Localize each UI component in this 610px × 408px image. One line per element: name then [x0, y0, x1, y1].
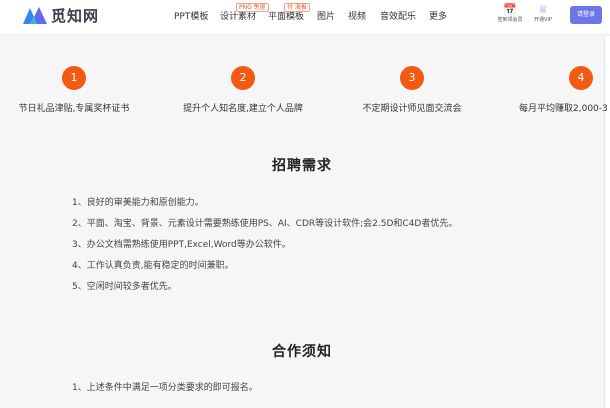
benefit-number-badge: 1: [62, 66, 86, 90]
nav-item-ppt[interactable]: PPT模板: [174, 9, 208, 22]
benefit-text: 每月平均赚取2,000-3: [519, 104, 608, 114]
benefit-item: 2 提升个人知名度,建立个人品牌: [178, 66, 308, 114]
nav-item-label: 平面模板: [268, 12, 305, 22]
list-item: 4、工作认真负责,能有稳定的时间兼职。: [72, 261, 234, 271]
list-item: 5、空闲时间较多者优先。: [72, 282, 177, 292]
benefit-text: 节日礼品津贴,专属奖杯证书: [18, 104, 130, 114]
nav-item-video[interactable]: 视频: [348, 9, 366, 22]
cooperation-list: 1、上述条件中满足一项分类要求的即可报名。: [72, 381, 258, 402]
list-item: 1、上述条件中满足一项分类要求的即可报名。: [72, 383, 258, 393]
crown-icon: ♕: [538, 3, 548, 16]
nav-tag-png: PNG 免抠: [236, 3, 269, 12]
nav-item-images[interactable]: 图片: [317, 9, 335, 22]
logo-text: 觅知网: [51, 6, 100, 25]
benefit-number-badge: 3: [400, 66, 424, 90]
nav-tag-poster: 付 海报: [284, 3, 310, 12]
signin-label: 签到领会员: [497, 17, 523, 23]
requirements-list: 1、良好的审美能力和原创能力。 2、平面、淘宝、背景、元素设计需要熟练使用PS、…: [72, 196, 457, 301]
benefit-item: 3 不定期设计师见面交流会: [359, 66, 465, 114]
benefit-item: 4 每月平均赚取2,000-3: [519, 66, 610, 114]
benefit-text: 不定期设计师见面交流会: [362, 104, 462, 114]
list-item: 3、办公文档需熟练使用PPT,Excel,Word等办公软件。: [72, 240, 291, 250]
site-logo[interactable]: 觅知网: [22, 4, 99, 26]
top-navigation-bar: 觅知网 PPT模板 PNG 免抠 设计素材 付 海报 平面模板 图片 视频 音效…: [0, 0, 610, 35]
signin-reward-button[interactable]: 📅 签到领会员: [495, 3, 525, 23]
list-item: 1、良好的审美能力和原创能力。: [72, 198, 204, 208]
logo-mark-icon: [22, 4, 48, 26]
vip-button[interactable]: ♕ 开通VIP: [528, 3, 558, 23]
benefit-number-badge: 4: [569, 66, 593, 90]
login-button[interactable]: 请登录: [570, 6, 602, 24]
requirements-title: 招聘需求: [272, 158, 332, 174]
nav-item-label: 设计素材: [220, 12, 257, 22]
vip-label: 开通VIP: [534, 17, 552, 23]
benefit-item: 1 节日礼品津贴,专属奖杯证书: [16, 66, 132, 114]
nav-item-more[interactable]: 更多: [429, 9, 447, 22]
nav-item-design-material[interactable]: PNG 免抠 设计素材: [220, 3, 269, 22]
benefit-text: 提升个人知名度,建立个人品牌: [183, 104, 303, 114]
nav-item-audio[interactable]: 音效配乐: [380, 9, 416, 22]
calendar-icon: 📅: [503, 3, 517, 16]
nav-item-graphic-template[interactable]: 付 海报 平面模板: [268, 3, 310, 22]
cooperation-title: 合作须知: [272, 344, 332, 360]
list-item: 2、平面、淘宝、背景、元素设计需要熟练使用PS、AI、CDR等设计软件;会2.5…: [72, 219, 458, 229]
benefit-number-badge: 2: [231, 66, 255, 90]
